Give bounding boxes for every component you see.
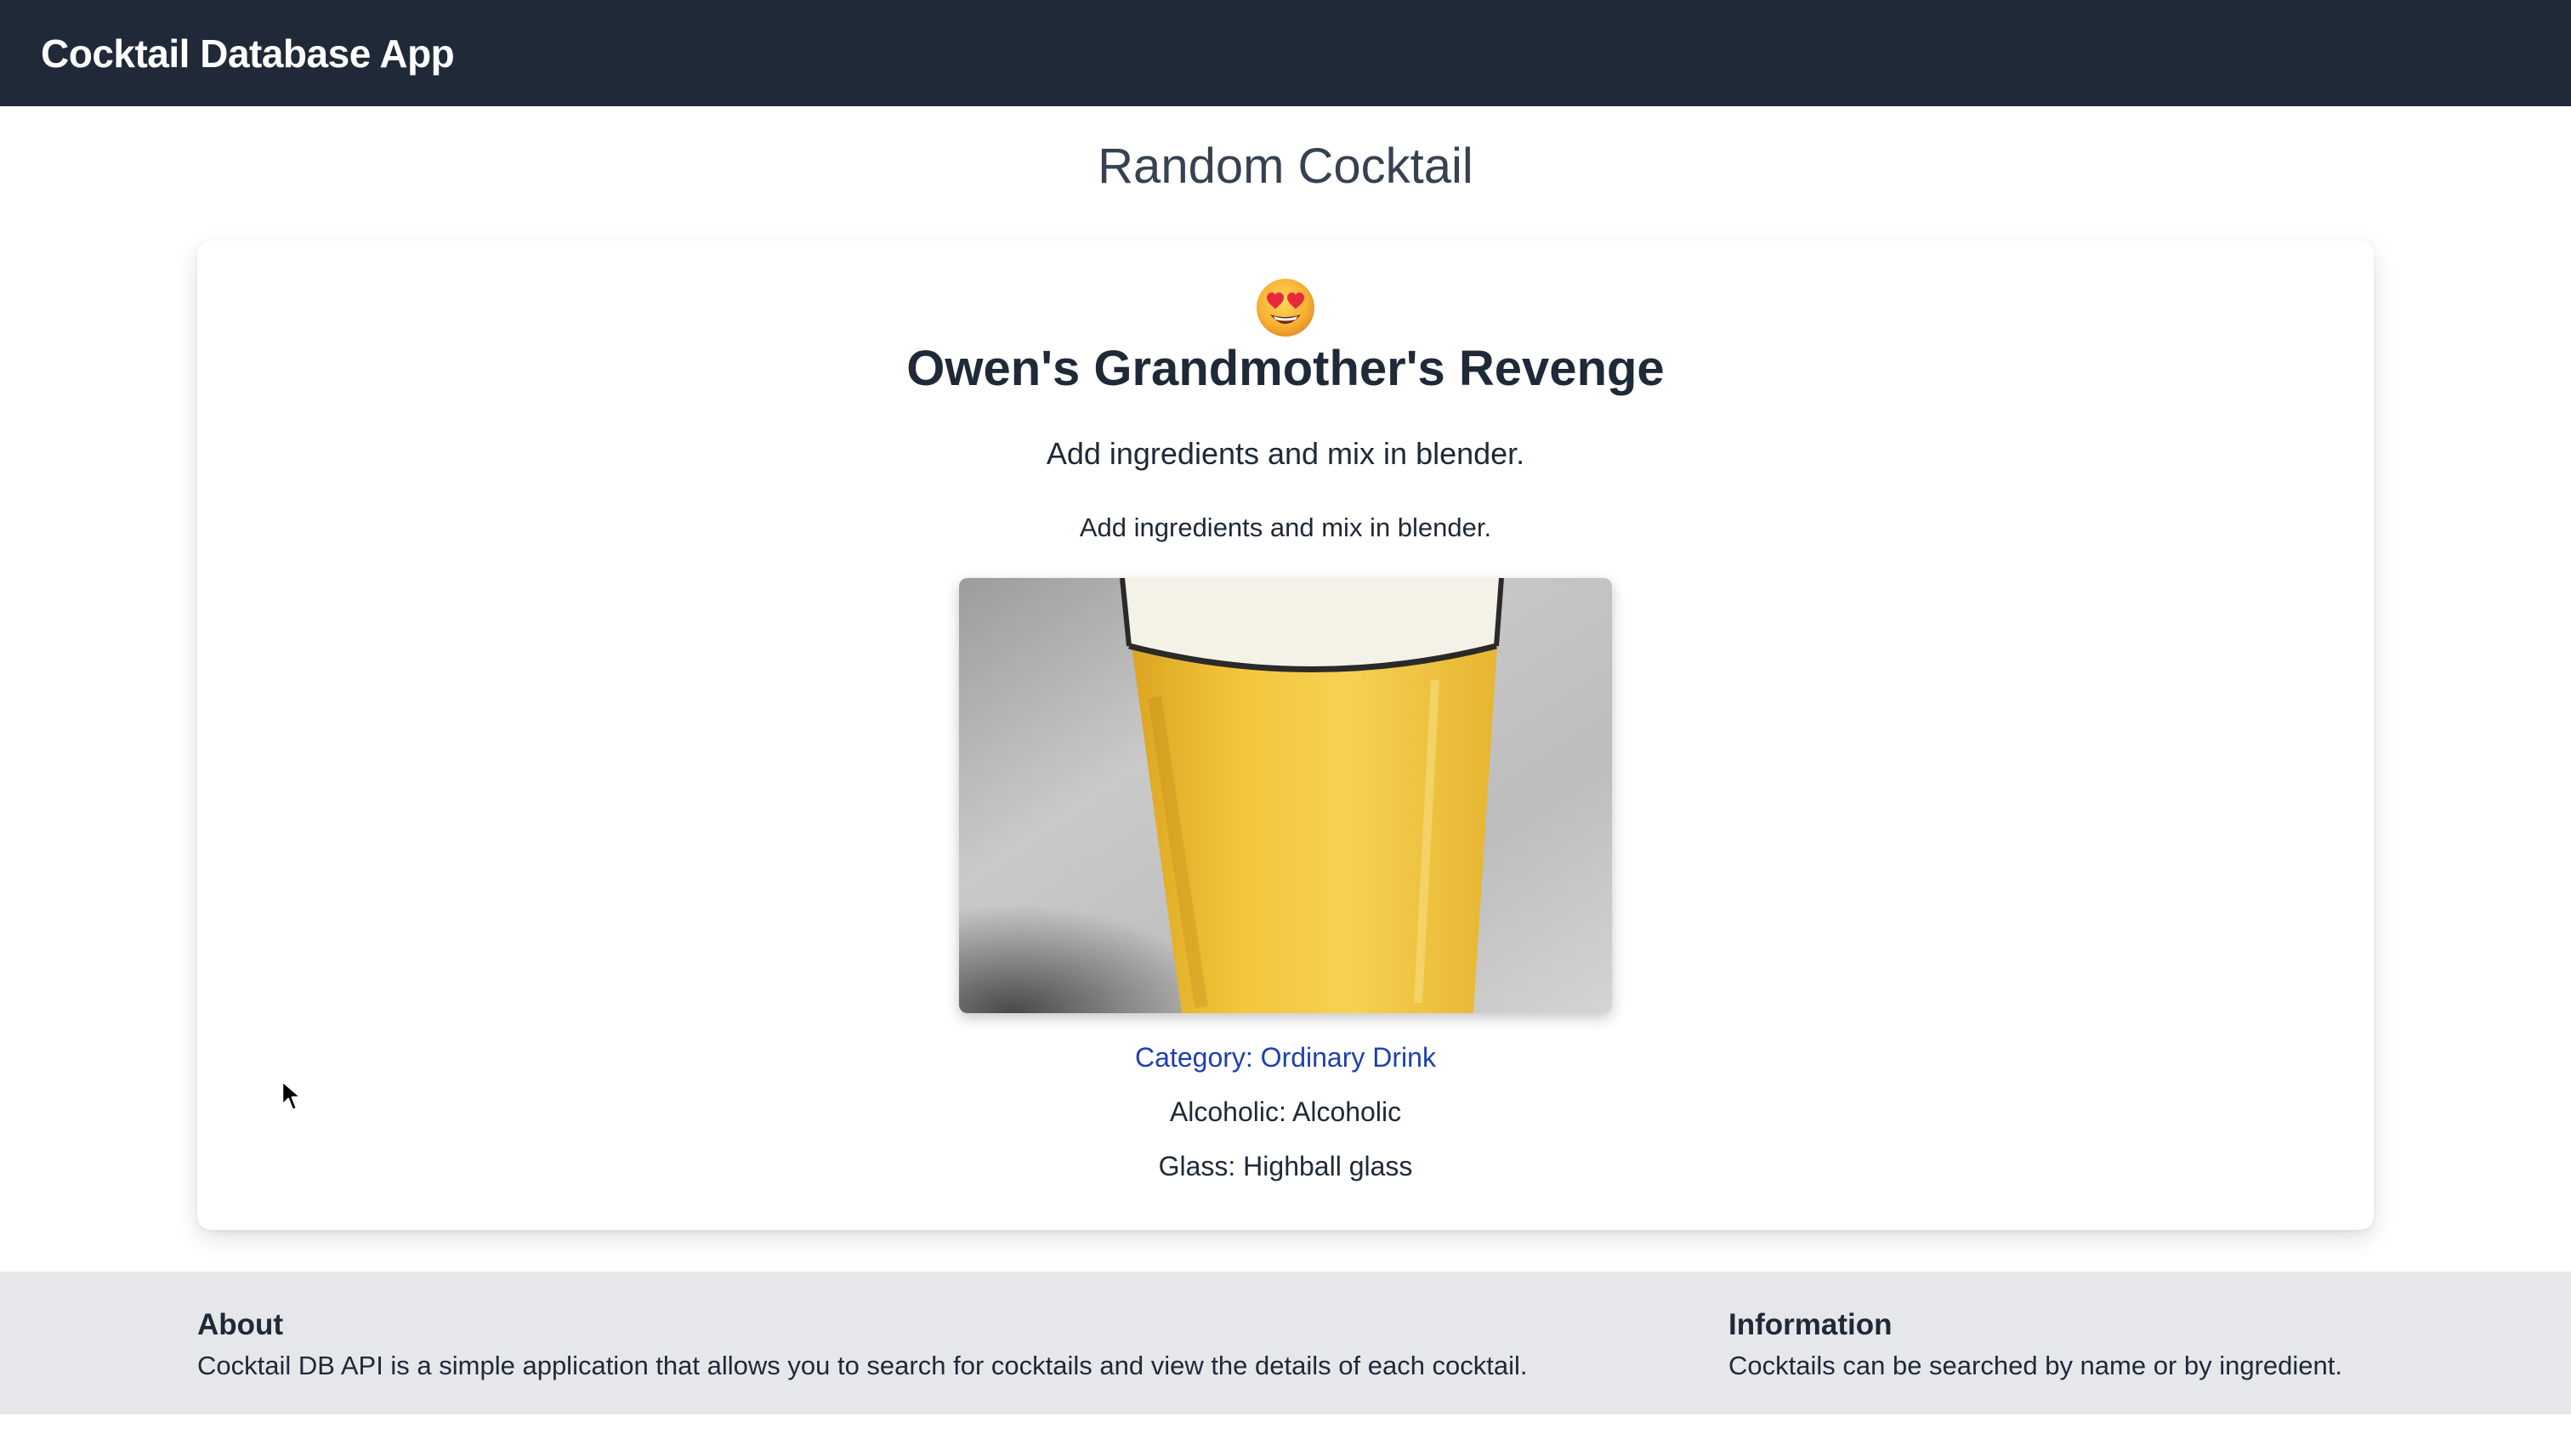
beer-glass-photo-icon xyxy=(959,578,1612,1013)
glass-info: Glass: Highball glass xyxy=(1158,1151,1413,1181)
information-text: Cocktails can be searched by name or by … xyxy=(1728,1350,2343,1380)
footer-about: About Cocktail DB API is a simple applic… xyxy=(197,1306,1528,1383)
about-text: Cocktail DB API is a simple application … xyxy=(197,1350,1528,1380)
category-link[interactable]: Category: Ordinary Drink xyxy=(197,1042,2374,1074)
cocktail-image xyxy=(959,578,1612,1013)
alcoholic-info: Alcoholic: Alcoholic xyxy=(1169,1096,1402,1127)
cocktail-card: Owen's Grandmother's Revenge Add ingredi… xyxy=(197,241,2374,1230)
cocktail-name: Owen's Grandmother's Revenge xyxy=(906,341,1665,396)
page-title: Random Cocktail xyxy=(1098,139,1473,194)
information-heading: Information xyxy=(1728,1308,1893,1341)
footer-information: Information Cocktails can be searched by… xyxy=(1728,1306,2342,1383)
instructions-secondary: Add ingredients and mix in blender. xyxy=(1079,513,1492,542)
navbar: Cocktail Database App xyxy=(0,0,2571,106)
footer: About Cocktail DB API is a simple applic… xyxy=(0,1272,2571,1414)
instructions-primary: Add ingredients and mix in blender. xyxy=(1046,436,1525,471)
about-heading: About xyxy=(197,1308,284,1341)
brand-link[interactable]: Cocktail Database App xyxy=(41,31,455,76)
heart-eyes-emoji-icon xyxy=(197,277,2374,338)
mouse-cursor-icon xyxy=(281,1079,304,1113)
